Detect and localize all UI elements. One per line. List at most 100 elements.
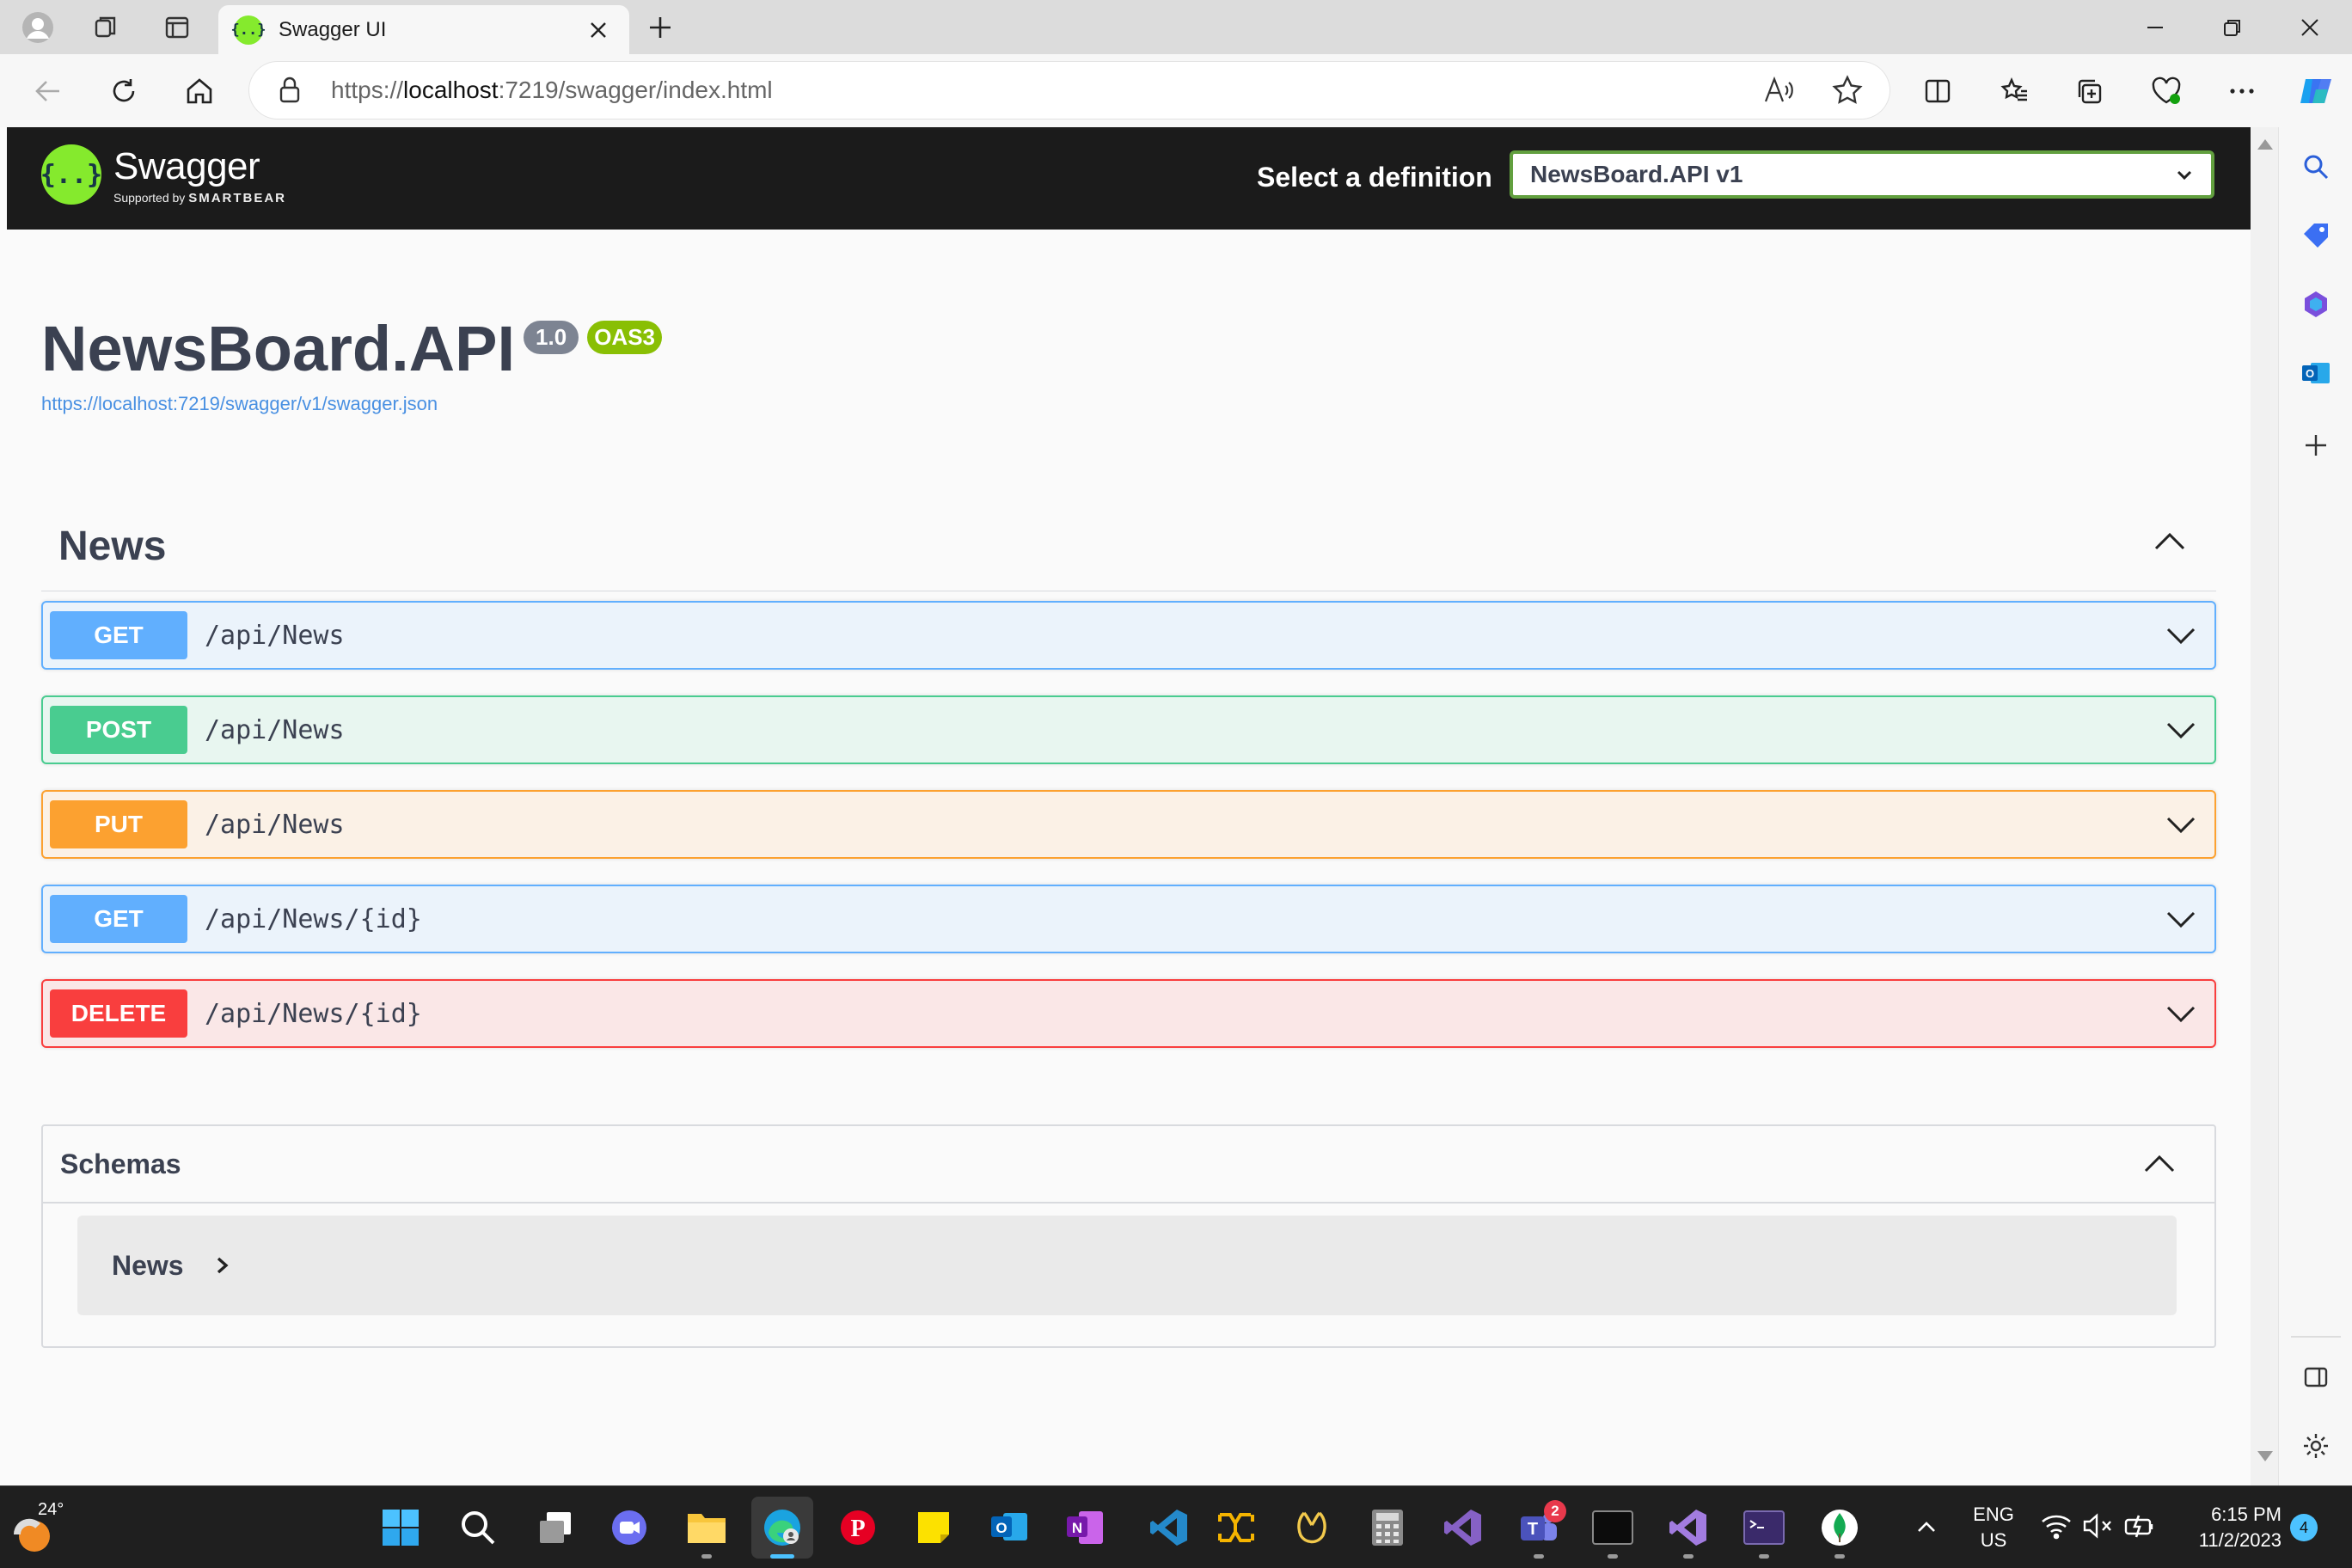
teams-badge: 2 [1544, 1500, 1566, 1522]
file-explorer-icon[interactable] [676, 1497, 738, 1559]
new-tab-button[interactable] [638, 7, 683, 48]
mongodb-icon[interactable] [1809, 1497, 1871, 1559]
tag-section-news[interactable]: News [41, 497, 2216, 591]
chevron-up-icon[interactable] [2139, 1143, 2180, 1185]
language-indicator[interactable]: ENG US [1963, 1502, 2024, 1553]
visual-studio-icon[interactable] [1432, 1497, 1494, 1559]
notification-badge[interactable]: 4 [2290, 1514, 2318, 1541]
chevron-down-icon[interactable] [2159, 803, 2202, 846]
outlook-icon[interactable]: O [978, 1497, 1040, 1559]
wifi-icon[interactable] [2041, 1512, 2072, 1540]
task-view-icon[interactable] [524, 1497, 586, 1559]
chevron-down-icon[interactable] [2159, 614, 2202, 657]
volume-muted-icon[interactable] [2082, 1512, 2113, 1540]
running-indicator [1534, 1554, 1544, 1559]
scroll-down-icon[interactable] [2257, 1451, 2273, 1461]
start-icon[interactable] [370, 1497, 432, 1559]
read-aloud-icon[interactable] [1762, 74, 1795, 107]
chevron-down-icon [2177, 170, 2192, 181]
clock-date: 11/2/2023 [2198, 1529, 2282, 1551]
chevron-down-icon[interactable] [2159, 992, 2202, 1035]
swagger-logo-icon: {..} [40, 144, 102, 205]
close-window-icon[interactable] [2271, 0, 2349, 54]
chat-icon[interactable] [598, 1497, 660, 1559]
running-indicator [1683, 1554, 1694, 1559]
weather-temperature: 24° [38, 1500, 64, 1519]
active-indicator [770, 1554, 794, 1559]
url-path: :7219/swagger/index.html [498, 77, 773, 103]
method-badge: DELETE [50, 989, 187, 1038]
spec-url-link[interactable]: https://localhost:7219/swagger/v1/swagge… [41, 393, 662, 415]
sidebar-outlook-icon[interactable]: O [2294, 351, 2338, 395]
vertical-tabs-icon[interactable] [155, 5, 199, 50]
close-tab-icon[interactable] [583, 15, 614, 46]
operation-delete-news-by-id[interactable]: DELETE /api/News/{id} [41, 979, 2216, 1048]
sidebar-settings-icon[interactable] [2294, 1424, 2338, 1468]
back-icon[interactable] [26, 69, 70, 113]
operation-path: /api/News [205, 620, 345, 651]
api-info: NewsBoard.API 1.0 OAS3 https://localhost… [41, 312, 662, 415]
swagger-favicon-icon: {..} [231, 15, 266, 45]
split-screen-icon[interactable] [1915, 69, 1960, 113]
definition-select[interactable]: NewsBoard.API v1 [1510, 150, 2214, 199]
home-icon[interactable] [177, 69, 222, 113]
favorites-icon[interactable] [1993, 69, 2037, 113]
powershell-icon[interactable] [1733, 1497, 1795, 1559]
operation-post-news[interactable]: POST /api/News [41, 695, 2216, 764]
minimize-icon[interactable] [2116, 0, 2194, 54]
svg-text:O: O [2306, 367, 2314, 380]
show-hidden-icons-chevron-up-icon[interactable] [1896, 1497, 1957, 1559]
refresh-icon[interactable] [101, 69, 146, 113]
definition-label: Select a definition [1257, 162, 1492, 193]
svg-text:N: N [1072, 1520, 1082, 1536]
hide-sidebar-icon[interactable] [2294, 1355, 2338, 1400]
schemas-header[interactable]: Schemas [43, 1126, 2214, 1204]
swagger-topbar: {..} Swagger Supported by SMARTBEAR Sele… [7, 127, 2251, 230]
more-options-icon[interactable] [2220, 69, 2264, 113]
network-tool-icon[interactable] [1205, 1497, 1267, 1559]
app-icon[interactable] [1281, 1497, 1343, 1559]
calculator-icon[interactable] [1357, 1497, 1418, 1559]
workspaces-icon[interactable] [84, 5, 129, 50]
page-scrollbar[interactable] [2251, 127, 2278, 1485]
url-scheme: https:// [331, 77, 404, 103]
sidebar-add-icon[interactable] [2294, 423, 2338, 468]
sidebar-divider [2291, 1336, 2341, 1338]
browser-essentials-icon[interactable] [2144, 69, 2189, 113]
sidebar-m365-icon[interactable] [2294, 282, 2338, 327]
terminal-icon[interactable] [1582, 1497, 1644, 1559]
operation-put-news[interactable]: PUT /api/News [41, 790, 2216, 859]
url-text[interactable]: https://localhost:7219/swagger/index.htm… [331, 62, 773, 119]
favorite-star-icon[interactable] [1831, 74, 1864, 107]
lock-icon[interactable] [277, 76, 303, 105]
teams-icon[interactable]: T 2 [1508, 1497, 1570, 1559]
vscode-icon[interactable] [1138, 1497, 1200, 1559]
collections-icon[interactable] [2067, 69, 2111, 113]
schema-model-news[interactable]: News [77, 1216, 2177, 1315]
battery-charging-icon[interactable] [2123, 1512, 2156, 1540]
onenote-icon[interactable]: N [1054, 1497, 1116, 1559]
restore-icon[interactable] [2194, 0, 2271, 54]
operation-get-news-by-id[interactable]: GET /api/News/{id} [41, 885, 2216, 953]
profile-icon[interactable] [15, 5, 60, 50]
weather-widget[interactable]: 24° [12, 1498, 81, 1559]
operation-get-news[interactable]: GET /api/News [41, 601, 2216, 670]
chevron-up-icon[interactable] [2149, 521, 2190, 562]
address-bar[interactable]: https://localhost:7219/swagger/index.htm… [249, 62, 1890, 119]
visual-studio-preview-icon[interactable] [1657, 1497, 1719, 1559]
scroll-up-icon[interactable] [2257, 139, 2273, 150]
search-icon[interactable] [447, 1497, 509, 1559]
sticky-notes-icon[interactable] [903, 1497, 965, 1559]
sidebar-shopping-icon[interactable] [2294, 213, 2338, 258]
tab-swagger-ui[interactable]: {..} Swagger UI [218, 5, 629, 54]
pinterest-icon[interactable]: P [827, 1497, 889, 1559]
running-indicator [1759, 1554, 1769, 1559]
edge-icon[interactable] [751, 1497, 813, 1559]
operation-path: /api/News [205, 809, 345, 840]
chevron-down-icon[interactable] [2159, 897, 2202, 940]
sidebar-search-icon[interactable] [2294, 144, 2338, 189]
clock[interactable]: 6:15 PM 11/2/2023 [2166, 1502, 2282, 1553]
chevron-down-icon[interactable] [2159, 708, 2202, 751]
swagger-logo[interactable]: {..} Swagger Supported by SMARTBEAR [40, 144, 286, 205]
copilot-icon[interactable] [2294, 69, 2338, 113]
